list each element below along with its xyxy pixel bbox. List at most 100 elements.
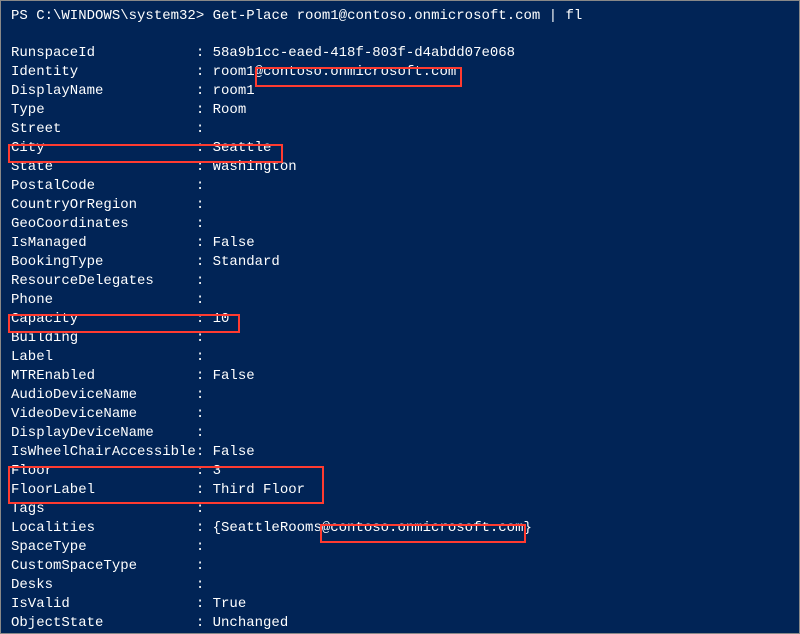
property-value: 3 <box>213 463 221 479</box>
output-row: BookingType : Standard <box>11 253 789 272</box>
colon-separator: : <box>196 348 213 367</box>
property-key: IsValid <box>11 595 196 614</box>
colon-separator: : <box>196 196 213 215</box>
property-key: Phone <box>11 291 196 310</box>
colon-separator: : <box>196 595 213 614</box>
property-value: room1@contoso.onmicrosoft.com <box>213 64 457 80</box>
output-row: VideoDeviceName : <box>11 405 789 424</box>
colon-separator: : <box>196 519 213 538</box>
property-key: Capacity <box>11 310 196 329</box>
property-key: MTREnabled <box>11 367 196 386</box>
colon-separator: : <box>196 424 213 443</box>
property-key: CustomSpaceType <box>11 557 196 576</box>
colon-separator: : <box>196 329 213 348</box>
colon-separator: : <box>196 120 213 139</box>
colon-separator: : <box>196 291 213 310</box>
property-key: ObjectState <box>11 614 196 633</box>
output-row: FloorLabel : Third Floor <box>11 481 789 500</box>
colon-separator: : <box>196 576 213 595</box>
property-value: Washington <box>213 159 297 175</box>
property-key: RunspaceId <box>11 44 196 63</box>
property-key: GeoCoordinates <box>11 215 196 234</box>
prompt-prefix: PS C:\WINDOWS\system32> <box>11 8 213 24</box>
colon-separator: : <box>196 614 213 633</box>
property-value: Third Floor <box>213 482 305 498</box>
property-value: {SeattleRooms@contoso.onmicrosoft.com} <box>213 520 532 536</box>
output-row: Tags : <box>11 500 789 519</box>
output-row: Label : <box>11 348 789 367</box>
output-row: CountryOrRegion : <box>11 196 789 215</box>
output-row: ResourceDelegates : <box>11 272 789 291</box>
property-value: Seattle <box>213 140 272 156</box>
property-value: 10 <box>213 311 230 327</box>
property-key: IsManaged <box>11 234 196 253</box>
colon-separator: : <box>196 367 213 386</box>
property-value: Unchanged <box>213 615 289 631</box>
property-key: CountryOrRegion <box>11 196 196 215</box>
output-row: RunspaceId : 58a9b1cc-eaed-418f-803f-d4a… <box>11 44 789 63</box>
property-key: AudioDeviceName <box>11 386 196 405</box>
property-value: True <box>213 596 247 612</box>
property-key: ResourceDelegates <box>11 272 196 291</box>
property-key: Tags <box>11 500 196 519</box>
output-row: ObjectState : Unchanged <box>11 614 789 633</box>
colon-separator: : <box>196 443 213 462</box>
output-row: Capacity : 10 <box>11 310 789 329</box>
property-value: False <box>213 444 255 460</box>
output-row: State : Washington <box>11 158 789 177</box>
property-key: PostalCode <box>11 177 196 196</box>
property-value: Standard <box>213 254 280 270</box>
property-key: Street <box>11 120 196 139</box>
colon-separator: : <box>196 215 213 234</box>
property-key: State <box>11 158 196 177</box>
property-key: Label <box>11 348 196 367</box>
property-key: Type <box>11 101 196 120</box>
output-row: SpaceType : <box>11 538 789 557</box>
colon-separator: : <box>196 481 213 500</box>
property-value: 58a9b1cc-eaed-418f-803f-d4abdd07e068 <box>213 45 515 61</box>
output-row: IsValid : True <box>11 595 789 614</box>
colon-separator: : <box>196 500 213 519</box>
colon-separator: : <box>196 82 213 101</box>
colon-separator: : <box>196 253 213 272</box>
property-key: Localities <box>11 519 196 538</box>
property-value: False <box>213 235 255 251</box>
property-key: IsWheelChairAccessible <box>11 443 196 462</box>
output-row: CustomSpaceType : <box>11 557 789 576</box>
property-key: DisplayDeviceName <box>11 424 196 443</box>
output-row: Type : Room <box>11 101 789 120</box>
property-value: False <box>213 368 255 384</box>
output-row: IsManaged : False <box>11 234 789 253</box>
colon-separator: : <box>196 386 213 405</box>
output-row: PostalCode : <box>11 177 789 196</box>
colon-separator: : <box>196 538 213 557</box>
output-row: Phone : <box>11 291 789 310</box>
output-row: DisplayDeviceName : <box>11 424 789 443</box>
property-key: BookingType <box>11 253 196 272</box>
property-key: DisplayName <box>11 82 196 101</box>
property-key: Building <box>11 329 196 348</box>
colon-separator: : <box>196 139 213 158</box>
colon-separator: : <box>196 158 213 177</box>
property-key: VideoDeviceName <box>11 405 196 424</box>
colon-separator: : <box>196 234 213 253</box>
colon-separator: : <box>196 405 213 424</box>
colon-separator: : <box>196 63 213 82</box>
output-row: AudioDeviceName : <box>11 386 789 405</box>
command-text: Get-Place room1@contoso.onmicrosoft.com … <box>213 8 583 24</box>
property-key: Identity <box>11 63 196 82</box>
output-row: IsWheelChairAccessible: False <box>11 443 789 462</box>
command-output: RunspaceId : 58a9b1cc-eaed-418f-803f-d4a… <box>11 44 789 633</box>
output-row: Identity : room1@contoso.onmicrosoft.com <box>11 63 789 82</box>
colon-separator: : <box>196 310 213 329</box>
property-key: SpaceType <box>11 538 196 557</box>
property-value: room1 <box>213 83 255 99</box>
property-key: FloorLabel <box>11 481 196 500</box>
output-row: Street : <box>11 120 789 139</box>
property-key: Desks <box>11 576 196 595</box>
command-prompt-line[interactable]: PS C:\WINDOWS\system32> Get-Place room1@… <box>11 7 789 26</box>
output-row: Localities : {SeattleRooms@contoso.onmic… <box>11 519 789 538</box>
colon-separator: : <box>196 272 213 291</box>
output-row: Building : <box>11 329 789 348</box>
output-row: Floor : 3 <box>11 462 789 481</box>
